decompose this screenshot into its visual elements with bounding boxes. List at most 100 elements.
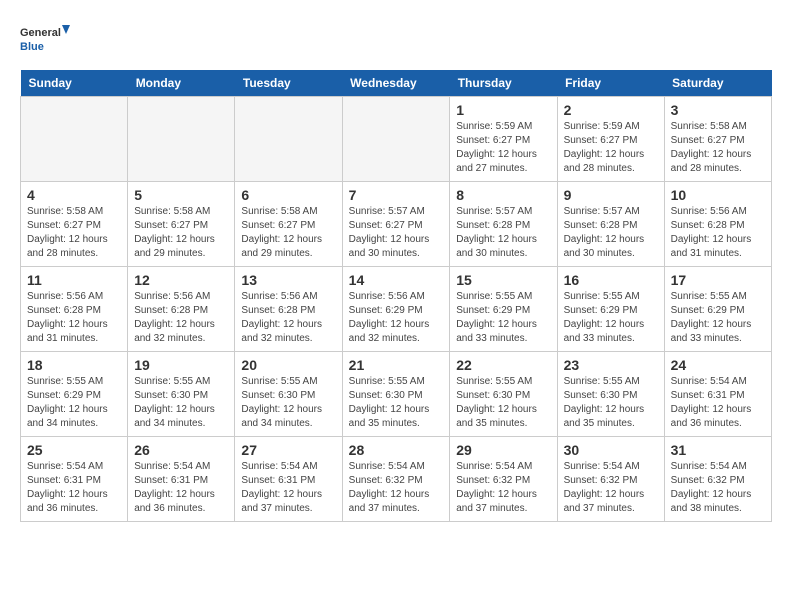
day-number: 17 (671, 272, 765, 288)
calendar-header-tuesday: Tuesday (235, 70, 342, 97)
calendar-header-wednesday: Wednesday (342, 70, 450, 97)
calendar-cell: 19 Sunrise: 5:55 AM Sunset: 6:30 PM Dayli… (128, 352, 235, 437)
day-number: 21 (349, 357, 444, 373)
day-detail: Sunrise: 5:55 AM Sunset: 6:30 PM Dayligh… (134, 375, 228, 431)
day-number: 10 (671, 187, 765, 203)
day-detail: Sunrise: 5:59 AM Sunset: 6:27 PM Dayligh… (564, 120, 658, 176)
day-detail: Sunrise: 5:56 AM Sunset: 6:28 PM Dayligh… (134, 290, 228, 346)
logo-icon: General Blue (20, 20, 70, 60)
day-number: 3 (671, 102, 765, 118)
calendar-week-row-1: 1 Sunrise: 5:59 AM Sunset: 6:27 PM Daylig… (21, 97, 772, 182)
day-number: 8 (456, 187, 550, 203)
day-detail: Sunrise: 5:56 AM Sunset: 6:28 PM Dayligh… (241, 290, 335, 346)
calendar-cell: 15Sunrise: 5:55 AM Sunset: 6:29 PM Dayli… (450, 267, 557, 352)
day-number: 5 (134, 187, 228, 203)
day-detail: Sunrise: 5:58 AM Sunset: 6:27 PM Dayligh… (241, 205, 335, 261)
calendar-cell (342, 97, 450, 182)
day-detail: Sunrise: 5:56 AM Sunset: 6:29 PM Dayligh… (349, 290, 444, 346)
day-detail: Sunrise: 5:55 AM Sunset: 6:29 PM Dayligh… (564, 290, 658, 346)
calendar-header-sunday: Sunday (21, 70, 128, 97)
calendar-cell: 9Sunrise: 5:57 AM Sunset: 6:28 PM Daylig… (557, 182, 664, 267)
calendar-cell: 28 Sunrise: 5:54 AM Sunset: 6:32 PM Dayli… (342, 437, 450, 522)
calendar-cell: 5 Sunrise: 5:58 AM Sunset: 6:27 PM Daylig… (128, 182, 235, 267)
day-detail: Sunrise: 5:57 AM Sunset: 6:28 PM Dayligh… (564, 205, 658, 261)
day-detail: Sunrise: 5:55 AM Sunset: 6:30 PM Dayligh… (456, 375, 550, 431)
day-detail: Sunrise: 5:55 AM Sunset: 6:30 PM Dayligh… (349, 375, 444, 431)
day-detail: Sunrise: 5:58 AM Sunset: 6:27 PM Dayligh… (671, 120, 765, 176)
calendar-week-row-3: 11 Sunrise: 5:56 AM Sunset: 6:28 PM Dayli… (21, 267, 772, 352)
day-number: 24 (671, 357, 765, 373)
day-number: 29 (456, 442, 550, 458)
calendar-week-row-4: 18Sunrise: 5:55 AM Sunset: 6:29 PM Dayli… (21, 352, 772, 437)
calendar-cell: 26 Sunrise: 5:54 AM Sunset: 6:31 PM Dayli… (128, 437, 235, 522)
calendar-cell (128, 97, 235, 182)
calendar-cell: 11Sunrise: 5:56 AM Sunset: 6:28 PM Dayli… (21, 267, 128, 352)
calendar-week-row-2: 4 Sunrise: 5:58 AM Sunset: 6:27 PM Daylig… (21, 182, 772, 267)
day-detail: Sunrise: 5:54 AM Sunset: 6:32 PM Dayligh… (456, 460, 550, 516)
calendar-cell: 21 Sunrise: 5:55 AM Sunset: 6:30 PM Dayli… (342, 352, 450, 437)
day-detail: Sunrise: 5:58 AM Sunset: 6:27 PM Dayligh… (134, 205, 228, 261)
calendar-cell: 14 Sunrise: 5:56 AM Sunset: 6:29 PM Dayli… (342, 267, 450, 352)
day-number: 16 (564, 272, 658, 288)
calendar-cell: 22 Sunrise: 5:55 AM Sunset: 6:30 PM Dayli… (450, 352, 557, 437)
day-detail: Sunrise: 5:55 AM Sunset: 6:29 PM Dayligh… (27, 375, 121, 431)
page-header: General Blue (20, 20, 772, 60)
calendar-table: SundayMondayTuesdayWednesdayThursdayFrid… (20, 70, 772, 522)
calendar-cell (21, 97, 128, 182)
day-number: 27 (241, 442, 335, 458)
day-detail: Sunrise: 5:57 AM Sunset: 6:28 PM Dayligh… (456, 205, 550, 261)
calendar-cell: 10 Sunrise: 5:56 AM Sunset: 6:28 PM Dayli… (664, 182, 771, 267)
day-number: 11 (27, 272, 121, 288)
calendar-week-row-5: 25 Sunrise: 5:54 AM Sunset: 6:31 PM Dayli… (21, 437, 772, 522)
day-number: 19 (134, 357, 228, 373)
day-detail: Sunrise: 5:58 AM Sunset: 6:27 PM Dayligh… (27, 205, 121, 261)
day-detail: Sunrise: 5:54 AM Sunset: 6:31 PM Dayligh… (241, 460, 335, 516)
calendar-cell: 25Sunrise: 5:54 AM Sunset: 6:31 PM Dayli… (21, 437, 128, 522)
day-number: 23 (564, 357, 658, 373)
calendar-cell: 2 Sunrise: 5:59 AM Sunset: 6:27 PM Daylig… (557, 97, 664, 182)
calendar-cell: 30Sunrise: 5:54 AM Sunset: 6:32 PM Dayli… (557, 437, 664, 522)
day-number: 14 (349, 272, 444, 288)
day-detail: Sunrise: 5:55 AM Sunset: 6:30 PM Dayligh… (241, 375, 335, 431)
calendar-cell: 8 Sunrise: 5:57 AM Sunset: 6:28 PM Daylig… (450, 182, 557, 267)
day-detail: Sunrise: 5:59 AM Sunset: 6:27 PM Dayligh… (456, 120, 550, 176)
calendar-cell: 12 Sunrise: 5:56 AM Sunset: 6:28 PM Dayli… (128, 267, 235, 352)
calendar-header-monday: Monday (128, 70, 235, 97)
calendar-cell: 20 Sunrise: 5:55 AM Sunset: 6:30 PM Dayli… (235, 352, 342, 437)
calendar-cell: 17 Sunrise: 5:55 AM Sunset: 6:29 PM Dayli… (664, 267, 771, 352)
day-number: 7 (349, 187, 444, 203)
calendar-cell: 3 Sunrise: 5:58 AM Sunset: 6:27 PM Daylig… (664, 97, 771, 182)
day-number: 2 (564, 102, 658, 118)
day-number: 22 (456, 357, 550, 373)
day-number: 1 (456, 102, 550, 118)
day-detail: Sunrise: 5:54 AM Sunset: 6:31 PM Dayligh… (134, 460, 228, 516)
day-detail: Sunrise: 5:56 AM Sunset: 6:28 PM Dayligh… (671, 205, 765, 261)
calendar-cell: 13 Sunrise: 5:56 AM Sunset: 6:28 PM Dayli… (235, 267, 342, 352)
day-detail: Sunrise: 5:55 AM Sunset: 6:29 PM Dayligh… (671, 290, 765, 346)
calendar-cell: 7 Sunrise: 5:57 AM Sunset: 6:27 PM Daylig… (342, 182, 450, 267)
logo: General Blue (20, 20, 70, 60)
day-detail: Sunrise: 5:54 AM Sunset: 6:32 PM Dayligh… (349, 460, 444, 516)
calendar-cell: 6 Sunrise: 5:58 AM Sunset: 6:27 PM Daylig… (235, 182, 342, 267)
day-number: 30 (564, 442, 658, 458)
day-number: 4 (27, 187, 121, 203)
calendar-header-friday: Friday (557, 70, 664, 97)
day-number: 20 (241, 357, 335, 373)
calendar-cell: 16 Sunrise: 5:55 AM Sunset: 6:29 PM Dayli… (557, 267, 664, 352)
day-detail: Sunrise: 5:54 AM Sunset: 6:31 PM Dayligh… (671, 375, 765, 431)
day-detail: Sunrise: 5:55 AM Sunset: 6:30 PM Dayligh… (564, 375, 658, 431)
calendar-cell: 4 Sunrise: 5:58 AM Sunset: 6:27 PM Daylig… (21, 182, 128, 267)
day-number: 26 (134, 442, 228, 458)
calendar-header-row: SundayMondayTuesdayWednesdayThursdayFrid… (21, 70, 772, 97)
day-number: 25 (27, 442, 121, 458)
day-number: 12 (134, 272, 228, 288)
day-detail: Sunrise: 5:54 AM Sunset: 6:32 PM Dayligh… (671, 460, 765, 516)
day-number: 31 (671, 442, 765, 458)
svg-text:General: General (20, 27, 61, 39)
svg-text:Blue: Blue (20, 41, 44, 53)
day-number: 28 (349, 442, 444, 458)
day-detail: Sunrise: 5:57 AM Sunset: 6:27 PM Dayligh… (349, 205, 444, 261)
day-number: 13 (241, 272, 335, 288)
day-number: 6 (241, 187, 335, 203)
calendar-cell: 27 Sunrise: 5:54 AM Sunset: 6:31 PM Dayli… (235, 437, 342, 522)
